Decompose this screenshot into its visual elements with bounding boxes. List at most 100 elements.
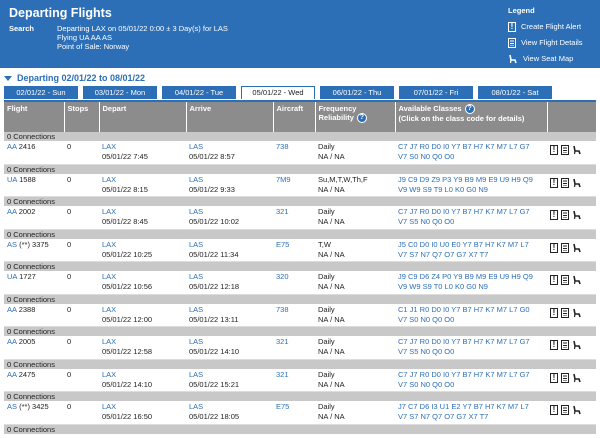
aircraft-link[interactable]: 738 bbox=[276, 305, 289, 314]
aircraft-link[interactable]: 321 bbox=[276, 337, 289, 346]
class-codes-link[interactable]: C7 J7 R0 D0 I0 Y7 B7 H7 K7 M7 L7 G7 bbox=[398, 337, 544, 347]
arrive-airport-link[interactable]: LAS bbox=[189, 240, 270, 250]
seat-icon[interactable] bbox=[572, 178, 582, 188]
seat-icon[interactable] bbox=[572, 405, 582, 415]
stops-value: 0 bbox=[67, 402, 72, 411]
seat-icon[interactable] bbox=[572, 340, 582, 350]
alert-icon[interactable] bbox=[550, 242, 558, 253]
seat-icon[interactable] bbox=[572, 373, 582, 383]
tab-day[interactable]: 05/01/22 - Wed bbox=[241, 86, 315, 99]
arrive-airport-link[interactable]: LAS bbox=[189, 272, 270, 282]
class-codes-link[interactable]: V7 S0 N0 Q0 O0 bbox=[398, 152, 544, 162]
legend-view-seat-map[interactable]: View Seat Map bbox=[508, 52, 600, 65]
arrive-airport-link[interactable]: LAS bbox=[189, 305, 270, 315]
depart-airport-link[interactable]: LAX bbox=[102, 370, 183, 380]
alert-icon[interactable] bbox=[550, 145, 558, 156]
class-codes-link[interactable]: C7 J7 R0 D0 I0 Y7 B7 H7 K7 M7 L7 G7 bbox=[398, 370, 544, 380]
depart-airport-link[interactable]: LAX bbox=[102, 272, 183, 282]
details-icon[interactable] bbox=[561, 242, 569, 253]
class-codes-link[interactable]: V7 S7 N7 Q7 O7 G7 X7 T7 bbox=[398, 412, 544, 422]
depart-airport-link[interactable]: LAX bbox=[102, 337, 183, 347]
class-codes-link[interactable]: C7 J7 R0 D0 I0 Y7 B7 H7 K7 M7 L7 G7 bbox=[398, 142, 544, 152]
details-icon[interactable] bbox=[561, 177, 569, 188]
class-codes-link[interactable]: J5 C0 D0 I0 U0 E0 Y7 B7 H7 K7 M7 L7 bbox=[398, 240, 544, 250]
legend-create-flight-alert[interactable]: Create Flight Alert bbox=[508, 20, 600, 33]
depart-airport-link[interactable]: LAX bbox=[102, 175, 183, 185]
seat-icon[interactable] bbox=[572, 308, 582, 318]
details-icon[interactable] bbox=[561, 340, 569, 351]
airline-link[interactable]: AA bbox=[7, 305, 17, 314]
alert-icon[interactable] bbox=[550, 307, 558, 318]
date-range-toggle[interactable]: Departing 02/01/22 to 08/01/22 bbox=[4, 71, 600, 85]
airline-link[interactable]: AA bbox=[7, 142, 17, 151]
airline-link[interactable]: AA bbox=[7, 337, 17, 346]
airline-link[interactable]: AS bbox=[7, 240, 17, 249]
help-icon[interactable]: ? bbox=[356, 113, 367, 124]
depart-airport-link[interactable]: LAX bbox=[102, 240, 183, 250]
arrive-airport-link[interactable]: LAS bbox=[189, 370, 270, 380]
airline-link[interactable]: AA bbox=[7, 207, 17, 216]
aircraft-link[interactable]: E75 bbox=[276, 240, 289, 249]
airline-link[interactable]: UA bbox=[7, 272, 17, 281]
tab-day[interactable]: 07/01/22 - Fri bbox=[399, 86, 473, 99]
aircraft-link[interactable]: 738 bbox=[276, 142, 289, 151]
arrive-time: 05/01/22 15:21 bbox=[189, 379, 240, 389]
aircraft-link[interactable]: 320 bbox=[276, 272, 289, 281]
depart-airport-link[interactable]: LAX bbox=[102, 207, 183, 217]
alert-icon[interactable] bbox=[550, 275, 558, 286]
class-codes-link[interactable]: V7 S0 N0 Q0 O0 bbox=[398, 315, 544, 325]
tab-day[interactable]: 08/01/22 - Sat bbox=[478, 86, 552, 99]
alert-icon[interactable] bbox=[550, 372, 558, 383]
arrive-airport-link[interactable]: LAS bbox=[189, 402, 270, 412]
class-codes-link[interactable]: V9 W9 S9 T0 L0 K0 G0 N9 bbox=[398, 282, 544, 292]
arrive-airport-link[interactable]: LAS bbox=[189, 337, 270, 347]
details-icon[interactable] bbox=[561, 307, 569, 318]
flight-number: 1727 bbox=[19, 272, 36, 281]
airline-link[interactable]: AS bbox=[7, 402, 17, 411]
seat-icon[interactable] bbox=[572, 243, 582, 253]
tab-day[interactable]: 02/01/22 - Sun bbox=[4, 86, 78, 99]
class-codes-link[interactable]: J7 C7 D6 I3 U1 E2 Y7 B7 H7 K7 M7 L7 bbox=[398, 402, 544, 412]
aircraft-link[interactable]: 7M9 bbox=[276, 175, 291, 184]
help-icon[interactable]: ? bbox=[464, 104, 475, 115]
details-icon[interactable] bbox=[561, 145, 569, 156]
class-codes-link[interactable]: V7 S5 N0 Q0 O0 bbox=[398, 347, 544, 357]
details-icon[interactable] bbox=[561, 405, 569, 416]
class-codes-link[interactable]: V9 W9 S9 T9 L0 K0 G0 N9 bbox=[398, 185, 544, 195]
class-codes-link[interactable]: J9 C9 D6 Z4 P0 Y9 B9 M9 E9 U9 H9 Q9 bbox=[398, 272, 544, 282]
connections-label: 0 Connections bbox=[4, 424, 596, 434]
alert-icon[interactable] bbox=[550, 340, 558, 351]
aircraft-link[interactable]: 321 bbox=[276, 207, 289, 216]
airline-link[interactable]: AA bbox=[7, 370, 17, 379]
stops-cell: 0 bbox=[64, 368, 99, 392]
details-icon[interactable] bbox=[561, 275, 569, 286]
aircraft-link[interactable]: E75 bbox=[276, 402, 289, 411]
legend-view-flight-details[interactable]: View Flight Details bbox=[508, 36, 600, 49]
class-codes-link[interactable]: J9 C9 D9 Z9 P3 Y9 B9 M9 E9 U9 H9 Q9 bbox=[398, 175, 544, 185]
aircraft-link[interactable]: 321 bbox=[276, 370, 289, 379]
seat-icon[interactable] bbox=[572, 210, 582, 220]
tab-day[interactable]: 03/01/22 - Mon bbox=[83, 86, 157, 99]
alert-icon[interactable] bbox=[550, 405, 558, 416]
class-codes-link[interactable]: V7 S5 N0 Q0 O0 bbox=[398, 217, 544, 227]
depart-airport-link[interactable]: LAX bbox=[102, 305, 183, 315]
class-codes-link[interactable]: V7 S0 N0 Q0 O0 bbox=[398, 380, 544, 390]
arrive-airport-link[interactable]: LAS bbox=[189, 207, 270, 217]
alert-icon[interactable] bbox=[550, 177, 558, 188]
depart-airport-link[interactable]: LAX bbox=[102, 402, 183, 412]
airline-link[interactable]: UA bbox=[7, 175, 17, 184]
class-codes-link[interactable]: C7 J7 R0 D0 I0 Y7 B7 H7 K7 M7 L7 G7 bbox=[398, 207, 544, 217]
tab-day[interactable]: 04/01/22 - Tue bbox=[162, 86, 236, 99]
alert-icon[interactable] bbox=[550, 210, 558, 221]
details-icon[interactable] bbox=[561, 372, 569, 383]
arrive-airport-link[interactable]: LAS bbox=[189, 175, 270, 185]
arrive-airport-link[interactable]: LAS bbox=[189, 142, 270, 152]
details-icon[interactable] bbox=[561, 210, 569, 221]
class-codes-link[interactable]: C1 J1 R0 D0 I0 Y7 B7 H7 K7 M7 L7 G0 bbox=[398, 305, 544, 315]
connection-separator-row: 0 Connections bbox=[4, 359, 596, 369]
depart-airport-link[interactable]: LAX bbox=[102, 142, 183, 152]
tab-day[interactable]: 06/01/22 - Thu bbox=[320, 86, 394, 99]
class-codes-link[interactable]: V7 S7 N7 Q7 O7 G7 X7 T7 bbox=[398, 250, 544, 260]
seat-icon[interactable] bbox=[572, 145, 582, 155]
seat-icon[interactable] bbox=[572, 275, 582, 285]
